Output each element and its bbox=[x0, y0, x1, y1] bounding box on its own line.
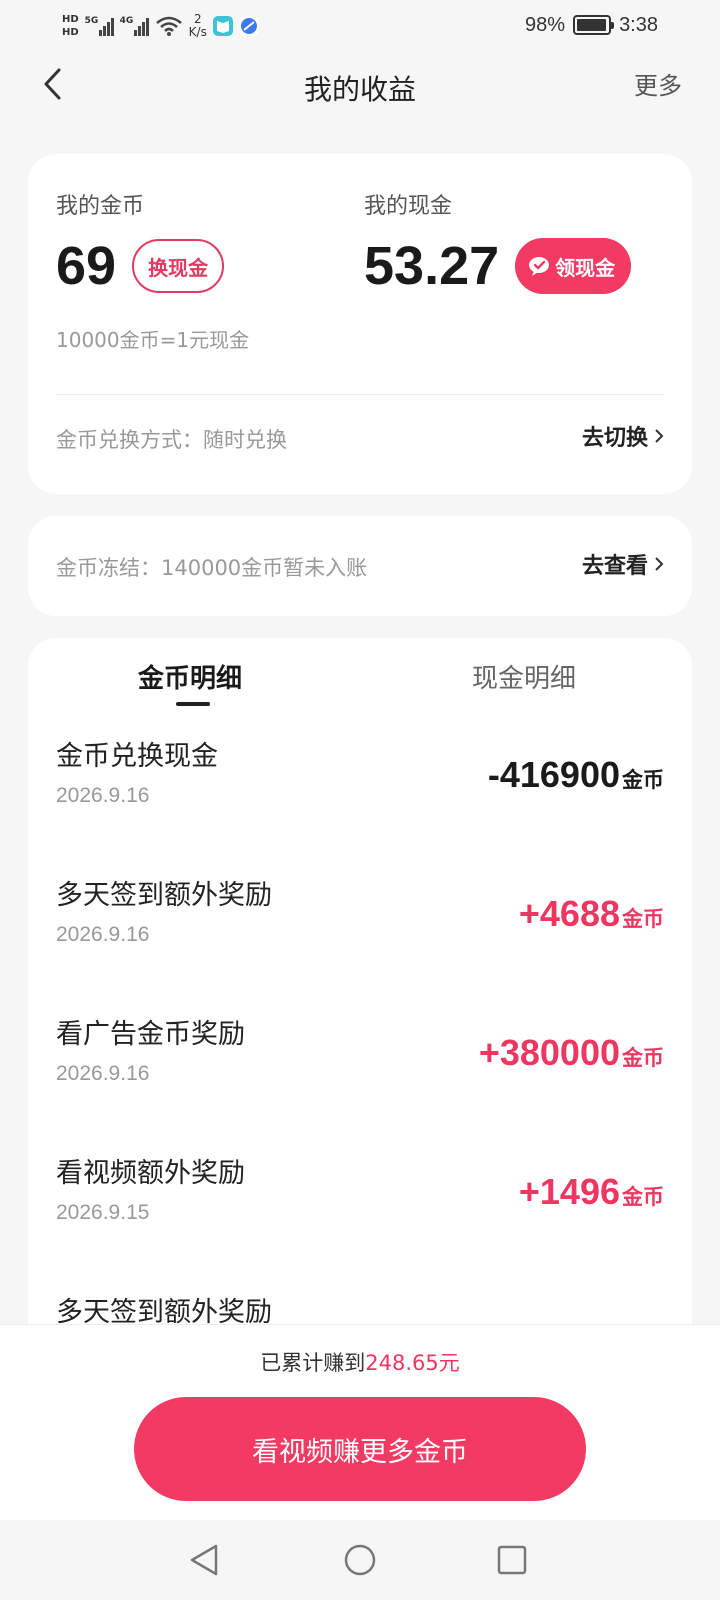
record-amount-value: -416900 bbox=[487, 754, 620, 795]
total-earned-value: 248.65元 bbox=[365, 1351, 460, 1375]
record-date: 2026.9.15 bbox=[56, 1201, 150, 1224]
record-amount-unit: 金币 bbox=[622, 768, 664, 792]
balance-card: 我的金币 69 换现金 我的现金 53.27 领现金 10000金币=1元现金 … bbox=[28, 154, 692, 494]
chevron-right-icon bbox=[655, 429, 664, 443]
record-title: 看视频额外奖励 bbox=[56, 1158, 245, 1189]
record-date: 2026.9.16 bbox=[56, 923, 150, 946]
clock: 3:38 bbox=[619, 13, 658, 36]
detail-tabs: 金币明细 现金明细 bbox=[28, 638, 692, 718]
tab-active-indicator bbox=[176, 702, 210, 706]
record-date: 2026.9.16 bbox=[56, 784, 150, 807]
detail-card: 金币明细 现金明细 金币兑换现金 2026.9.16 -416900 金币 多天… bbox=[28, 638, 692, 1358]
record-amount: +380000 金币 bbox=[479, 1032, 664, 1074]
wifi-icon bbox=[155, 16, 182, 36]
triangle-back-icon bbox=[190, 1544, 218, 1576]
nav-recents-button[interactable] bbox=[492, 1540, 532, 1580]
record-amount: -416900 金币 bbox=[488, 754, 664, 796]
switch-method-link[interactable]: 去切换 bbox=[582, 420, 664, 452]
divider bbox=[56, 394, 664, 395]
tab-coin-detail[interactable]: 金币明细 bbox=[138, 658, 242, 695]
record-amount-unit: 金币 bbox=[622, 907, 664, 931]
wechat-icon bbox=[529, 257, 550, 276]
record-amount-value: +4688 bbox=[518, 893, 620, 934]
nav-home-button[interactable] bbox=[340, 1540, 380, 1580]
status-right: 98% 3:38 bbox=[525, 10, 658, 40]
record-amount: +1496 金币 bbox=[519, 1171, 664, 1213]
frozen-coins-card: 金币冻结：140000金币暂未入账 去查看 bbox=[28, 516, 692, 616]
signal-5g-icon: 5G bbox=[85, 16, 114, 36]
record-amount: +4688 金币 bbox=[519, 893, 664, 935]
network-speed: 2 K/s bbox=[188, 12, 207, 39]
status-bar: HD HD 5G 4G 2 K/s 98% 3:38 bbox=[0, 0, 720, 50]
circle-home-icon bbox=[344, 1544, 376, 1576]
more-button[interactable]: 更多 bbox=[634, 66, 682, 101]
records-list: 金币兑换现金 2026.9.16 -416900 金币 多天签到额外奖励 202… bbox=[28, 734, 692, 1358]
header: 我的收益 更多 bbox=[0, 50, 720, 120]
nav-back-button[interactable] bbox=[184, 1540, 224, 1580]
exchange-cash-button[interactable]: 换现金 bbox=[132, 239, 225, 293]
signal-4g-icon: 4G bbox=[120, 16, 149, 36]
record-title: 多天签到额外奖励 bbox=[56, 880, 272, 911]
tab-cash-detail[interactable]: 现金明细 bbox=[472, 658, 576, 695]
cash-value: 53.27 bbox=[364, 236, 500, 296]
withdraw-cash-button[interactable]: 领现金 bbox=[515, 238, 632, 294]
record-amount-value: +380000 bbox=[478, 1032, 620, 1073]
page-title: 我的收益 bbox=[303, 73, 416, 106]
view-frozen-label: 去查看 bbox=[581, 554, 648, 579]
chevron-right-icon bbox=[655, 557, 664, 571]
watch-video-earn-button[interactable]: 看视频赚更多金币 bbox=[134, 1397, 586, 1501]
square-recents-icon bbox=[497, 1545, 527, 1575]
coins-value: 69 bbox=[56, 236, 117, 296]
battery-fill bbox=[577, 19, 607, 31]
cash-label: 我的现金 bbox=[364, 194, 453, 219]
list-item[interactable]: 看视频额外奖励 2026.9.15 +1496 金币 bbox=[28, 1151, 692, 1290]
exchange-rate-text: 10000金币=1元现金 bbox=[56, 328, 250, 352]
status-left: HD HD 5G 4G 2 K/s bbox=[62, 8, 259, 44]
frozen-coins-text: 金币冻结：140000金币暂未入账 bbox=[56, 556, 368, 580]
reader-app-icon bbox=[212, 16, 233, 36]
view-frozen-link[interactable]: 去查看 bbox=[582, 548, 664, 580]
record-title: 金币兑换现金 bbox=[56, 741, 218, 772]
record-date: 2026.9.16 bbox=[56, 1062, 150, 1085]
list-item[interactable]: 多天签到额外奖励 2026.9.16 +4688 金币 bbox=[28, 873, 692, 1012]
record-amount-unit: 金币 bbox=[622, 1185, 664, 1209]
record-amount-unit: 金币 bbox=[622, 1046, 664, 1070]
battery-percent: 98% bbox=[525, 13, 566, 36]
record-amount-value: +1496 bbox=[518, 1171, 620, 1212]
system-nav-bar bbox=[0, 1520, 720, 1600]
list-item[interactable]: 金币兑换现金 2026.9.16 -416900 金币 bbox=[28, 734, 692, 873]
exchange-method-text: 金币兑换方式：随时兑换 bbox=[56, 428, 287, 452]
withdraw-label: 领现金 bbox=[555, 255, 616, 280]
list-item[interactable]: 看广告金币奖励 2026.9.16 +380000 金币 bbox=[28, 1012, 692, 1151]
total-earned: 已累计赚到248.65元 bbox=[0, 1347, 720, 1377]
browser-app-icon bbox=[238, 16, 259, 36]
switch-method-label: 去切换 bbox=[581, 426, 648, 451]
coins-section: 我的金币 69 换现金 bbox=[56, 188, 225, 296]
coins-label: 我的金币 bbox=[56, 194, 145, 219]
bottom-bar: 已累计赚到248.65元 看视频赚更多金币 bbox=[0, 1324, 720, 1520]
record-title: 看广告金币奖励 bbox=[56, 1019, 245, 1050]
hd-indicator: HD HD bbox=[62, 14, 79, 38]
battery-icon bbox=[573, 15, 615, 35]
cash-section: 我的现金 53.27 领现金 bbox=[364, 188, 632, 296]
total-earned-label: 已累计赚到 bbox=[260, 1351, 366, 1375]
